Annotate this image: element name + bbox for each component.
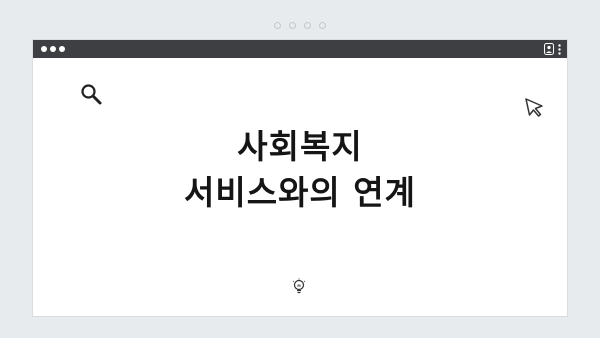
lightbulb-icon — [292, 278, 306, 294]
window-dot-icon — [50, 46, 56, 52]
cursor-icon — [525, 98, 543, 117]
window-dot-icon — [59, 46, 65, 52]
slide-title: 사회복지 서비스와의 연계 — [33, 124, 567, 216]
slide-title-line-2: 서비스와의 연계 — [183, 173, 416, 212]
browser-window-mockup: 사회복지 서비스와의 연계 — [33, 40, 567, 316]
slide-pager — [0, 22, 600, 29]
titlebar-tools — [544, 43, 561, 55]
pager-dot-1[interactable] — [274, 22, 281, 29]
slide-title-line-1: 사회복지 — [237, 127, 363, 166]
pager-dot-2[interactable] — [289, 22, 296, 29]
pager-dot-3[interactable] — [304, 22, 311, 29]
window-dot-icon — [41, 46, 47, 52]
kebab-menu-icon[interactable] — [558, 43, 561, 55]
window-titlebar — [33, 40, 567, 58]
window-controls — [41, 46, 65, 52]
pager-dot-4[interactable] — [319, 22, 326, 29]
search-icon — [81, 84, 102, 105]
user-icon[interactable] — [544, 43, 554, 55]
